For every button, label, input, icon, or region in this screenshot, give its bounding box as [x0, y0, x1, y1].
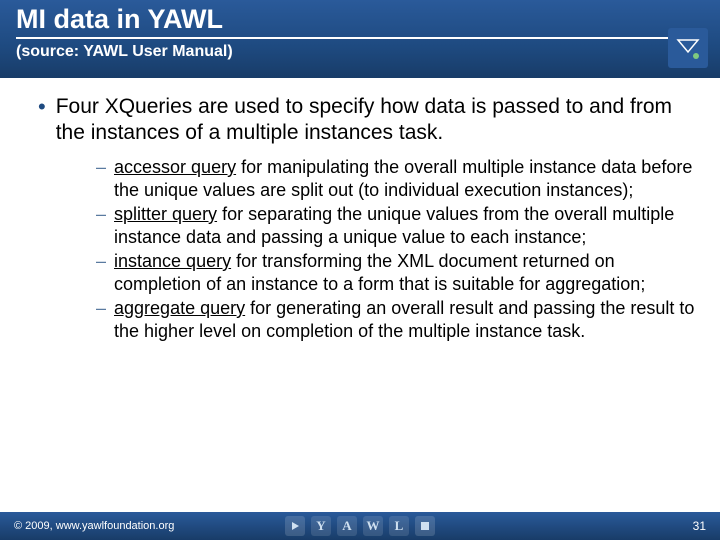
stop-icon	[415, 516, 435, 536]
sub-bullet-text: splitter query for separating the unique…	[114, 203, 696, 249]
slide-header: MI data in YAWL (source: YAWL User Manua…	[0, 0, 720, 78]
yawl-logo-icon	[668, 28, 708, 68]
letter-a-icon: A	[337, 516, 357, 536]
footer-logo-group: Y A W L	[285, 516, 435, 536]
sub-bullet-text: aggregate query for generating an overal…	[114, 297, 696, 343]
letter-y-icon: Y	[311, 516, 331, 536]
sub-bullet-text: instance query for transforming the XML …	[114, 250, 696, 296]
slide-title: MI data in YAWL	[16, 4, 704, 39]
dash-icon: –	[96, 250, 106, 273]
sub-bullet: – instance query for transforming the XM…	[96, 250, 696, 296]
sub-bullet: – splitter query for separating the uniq…	[96, 203, 696, 249]
bullet-icon: •	[38, 94, 46, 120]
dash-icon: –	[96, 297, 106, 320]
sub-bullet: – aggregate query for generating an over…	[96, 297, 696, 343]
main-bullet-text: Four XQueries are used to specify how da…	[56, 94, 696, 146]
dash-icon: –	[96, 203, 106, 226]
dash-icon: –	[96, 156, 106, 179]
slide-footer: © 2009, www.yawlfoundation.org Y A W L 3…	[0, 512, 720, 540]
sub-bullet: – accessor query for manipulating the ov…	[96, 156, 696, 202]
copyright-text: © 2009, www.yawlfoundation.org	[14, 520, 174, 532]
play-icon	[285, 516, 305, 536]
slide-body: • Four XQueries are used to specify how …	[0, 78, 720, 343]
slide-subtitle: (source: YAWL User Manual)	[16, 43, 704, 61]
letter-l-icon: L	[389, 516, 409, 536]
main-bullet: • Four XQueries are used to specify how …	[24, 94, 696, 146]
page-number: 31	[693, 519, 706, 533]
sub-bullet-list: – accessor query for manipulating the ov…	[96, 156, 696, 343]
sub-bullet-text: accessor query for manipulating the over…	[114, 156, 696, 202]
letter-w-icon: W	[363, 516, 383, 536]
